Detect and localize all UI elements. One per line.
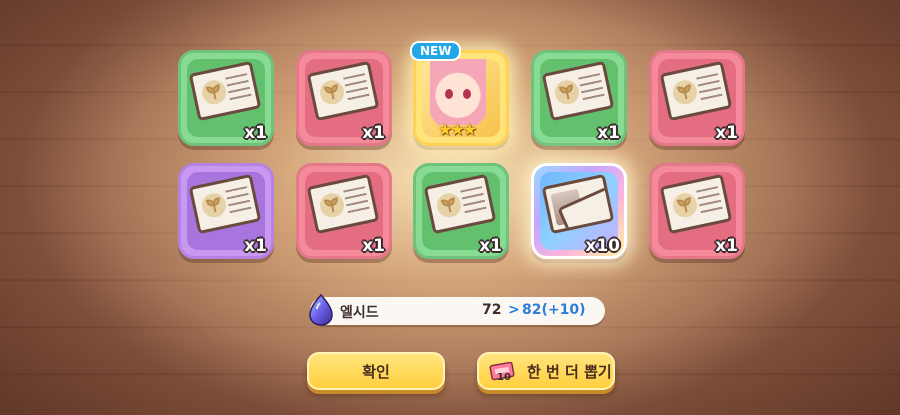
elseed-currency-bar: 엘시드 72 > 82(+10) — [309, 293, 605, 326]
reward-count: x1 — [715, 236, 738, 256]
reward-count: x1 — [715, 123, 738, 143]
reward-card-7[interactable]: x1 — [296, 163, 392, 259]
reward-count: x1 — [362, 236, 385, 256]
reward-card-2[interactable]: x1 — [296, 50, 392, 146]
reward-card-5[interactable]: x1 — [649, 50, 745, 146]
draw-again-ticket-count: 10 — [497, 372, 511, 383]
reward-grid: x1 x1 ★★★ NEW x1 x1 x1 x1 x1 x10 x1 — [0, 0, 900, 415]
reward-card-9-photo[interactable]: x10 — [531, 163, 627, 259]
elseed-new-value: 82(+10) — [522, 302, 586, 318]
elseed-arrow: > — [508, 302, 520, 318]
draw-again-button[interactable]: 10 한 번 더 뽑기 — [477, 352, 615, 390]
elseed-label: 엘시드 — [340, 305, 379, 321]
reward-count: x10 — [585, 236, 620, 256]
reward-card-10[interactable]: x1 — [649, 163, 745, 259]
reward-card-6[interactable]: x1 — [178, 163, 274, 259]
reward-count: x1 — [244, 123, 267, 143]
reward-card-3-character[interactable]: ★★★ NEW — [410, 41, 509, 146]
reward-count: x1 — [244, 236, 267, 256]
reward-count: x1 — [479, 236, 502, 256]
reward-count: x1 — [362, 123, 385, 143]
reward-card-1[interactable]: x1 — [178, 50, 274, 146]
new-badge: NEW — [410, 41, 462, 61]
elseed-old-value: 72 — [482, 302, 502, 318]
star-rating: ★★★ — [438, 120, 477, 139]
character-portrait-icon — [430, 59, 486, 125]
elseed-gem-icon — [309, 293, 333, 326]
draw-again-button-label: 한 번 더 뽑기 — [527, 362, 612, 381]
reward-count: x1 — [597, 123, 620, 143]
reward-card-4[interactable]: x1 — [531, 50, 627, 146]
reward-card-8[interactable]: x1 — [413, 163, 509, 259]
confirm-button[interactable]: 확인 — [307, 352, 445, 390]
confirm-button-label: 확인 — [362, 362, 390, 381]
